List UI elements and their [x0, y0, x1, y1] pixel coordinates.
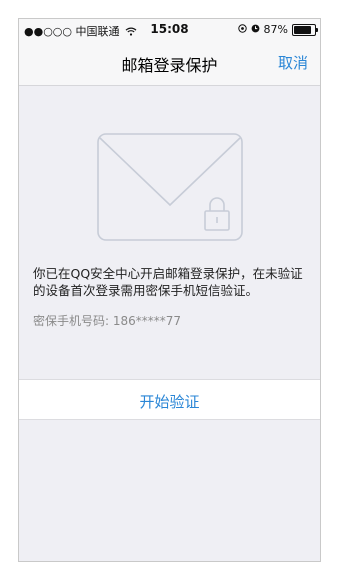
protection-notice: 你已在QQ安全中心开启邮箱登录保护，在未验证的设备首次登录需用密保手机短信验证。: [33, 266, 303, 298]
start-verification-label: 开始验证: [139, 393, 200, 411]
battery-icon: [292, 23, 318, 36]
phone-label: 密保手机号码:: [33, 314, 110, 328]
envelope-lock-icon: [97, 133, 243, 241]
phone-screen: ●●○○○ 中国联通 15:08 87% 邮箱登录保护 取消 你已在QQ安全中心…: [18, 18, 321, 562]
bound-phone-number: 密保手机号码: 186*****77: [33, 312, 181, 329]
status-right: 87%: [237, 23, 318, 36]
start-verification-button[interactable]: 开始验证: [19, 379, 320, 420]
phone-value: 186*****77: [112, 314, 182, 328]
page-title: 邮箱登录保护: [121, 56, 218, 75]
battery-percent: 87%: [263, 23, 288, 36]
lock-icon: [204, 197, 230, 231]
battery-level: [294, 25, 312, 34]
status-bar: ●●○○○ 中国联通 15:08 87%: [19, 19, 320, 39]
alarm-icon: [251, 23, 260, 36]
location-icon: [237, 23, 247, 36]
cancel-button[interactable]: 取消: [278, 52, 308, 73]
navigation-bar: 邮箱登录保护 取消: [19, 39, 320, 86]
